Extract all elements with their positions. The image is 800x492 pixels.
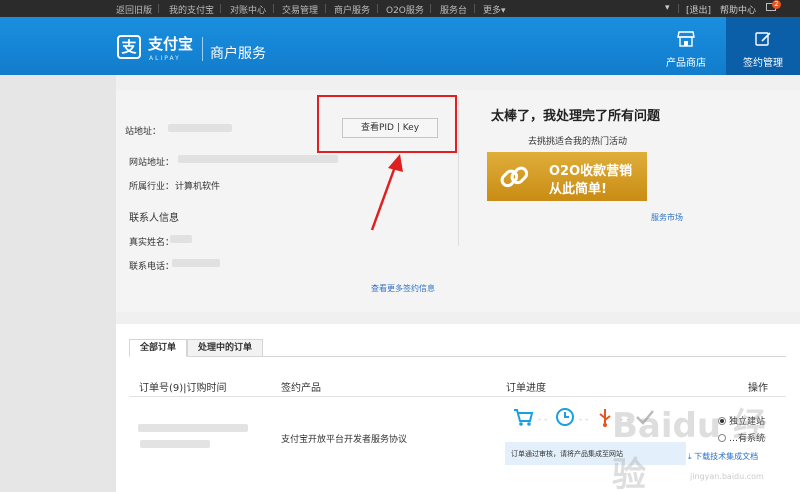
- header-product-store-label: 产品商店: [666, 58, 706, 69]
- left-gray-area: [0, 75, 116, 492]
- alipay-logo-icon[interactable]: 支: [117, 35, 141, 59]
- tab-processing-orders[interactable]: 处理中的订单: [187, 339, 263, 357]
- highlight-box: [317, 95, 457, 153]
- col-progress: 订单进度: [506, 383, 546, 394]
- panel-divider: [458, 98, 459, 246]
- caret-down-icon[interactable]: ▾: [665, 3, 670, 13]
- help-center-link[interactable]: 帮助中心: [720, 3, 756, 16]
- nav-separator: [377, 4, 378, 13]
- nav-separator: [220, 4, 221, 13]
- step-connector: - -: [579, 415, 589, 425]
- redacted-order-id: [138, 424, 248, 432]
- redacted-value: [172, 259, 220, 267]
- nav-separator: [325, 4, 326, 13]
- caret-down-icon: ▾: [501, 6, 506, 16]
- red-arrow-annotation: [370, 154, 403, 231]
- header-product-store[interactable]: 产品商店: [655, 17, 717, 75]
- top-nav-bar: 返回旧版 我的支付宝 对账中心 交易管理 商户服务 O2O服务 服务台 更多▾ …: [0, 0, 800, 17]
- promo-title: 太棒了，我处理完了所有问题: [491, 109, 661, 124]
- nav-my-alipay[interactable]: 我的支付宝: [169, 3, 214, 16]
- tab-all-orders[interactable]: 全部订单: [129, 339, 187, 357]
- website-label: 网站地址：: [129, 158, 175, 168]
- col-order-number: 订单号(9)|订购时间: [139, 383, 227, 394]
- banner-line2: 从此简单!: [549, 182, 607, 197]
- nav-more-label: 更多: [483, 6, 502, 16]
- col-product: 签约产品: [281, 383, 321, 394]
- redacted-value: [170, 235, 192, 243]
- edit-icon: [755, 32, 771, 46]
- redacted-value: [178, 155, 338, 163]
- shop-icon: [677, 31, 695, 47]
- watermark-url: jingyan.baidu.com: [690, 472, 764, 481]
- header-sign-mgmt[interactable]: 签约管理: [726, 17, 800, 75]
- nav-trade-mgmt[interactable]: 交易管理: [282, 3, 318, 16]
- header-sign-mgmt-label: 签约管理: [743, 58, 783, 69]
- industry-label: 所属行业：: [129, 182, 175, 192]
- header-service-title: 商户服务: [210, 46, 266, 62]
- nav-o2o-service[interactable]: O2O服务: [386, 3, 424, 16]
- real-name-label: 真实姓名：: [129, 238, 175, 248]
- nav-back-old[interactable]: 返回旧版: [116, 3, 152, 16]
- redacted-order-time: [140, 440, 210, 448]
- mail-count-badge: 2: [772, 0, 781, 9]
- more-sign-info-link[interactable]: 查看更多签约信息: [371, 283, 435, 294]
- nav-service-desk[interactable]: 服务台: [440, 3, 467, 16]
- step-connector: - -: [538, 415, 548, 425]
- logo-text: 支付宝: [148, 35, 194, 53]
- nav-separator: [474, 4, 475, 13]
- logo-sub: ALIPAY: [149, 55, 181, 62]
- cart-icon: [514, 409, 534, 426]
- phone-label: 联系电话：: [129, 262, 175, 272]
- site-address-label: 站地址：: [125, 127, 162, 137]
- logo-divider: [202, 37, 203, 61]
- site-header: 支 支付宝 ALIPAY 商户服务 产品商店 签约管理: [0, 17, 800, 75]
- progress-note: 订单通过审核，请将产品集成至网站: [511, 450, 623, 458]
- banner-line1: O2O收款营销: [549, 164, 633, 179]
- nav-more[interactable]: 更多▾: [483, 3, 506, 16]
- header-line: [129, 396, 786, 397]
- contact-info-title: 联系人信息: [129, 213, 179, 224]
- service-market-link[interactable]: 服务市场: [651, 212, 683, 223]
- promo-subtitle: 去挑挑适合我的热门活动: [528, 137, 628, 147]
- logout-link[interactable]: [退出]: [686, 3, 711, 16]
- nav-separator: [273, 4, 274, 13]
- nav-separator: [430, 4, 431, 13]
- clock-icon: [556, 408, 574, 426]
- nav-separator: [158, 4, 159, 13]
- industry-value: 计算机软件: [175, 182, 221, 192]
- link-icon: [500, 166, 529, 188]
- redacted-value: [168, 124, 232, 132]
- col-action: 操作: [748, 383, 768, 394]
- nav-reconciliation[interactable]: 对账中心: [230, 3, 266, 16]
- nav-merchant-service[interactable]: 商户服务: [334, 3, 370, 16]
- order-product: 支付宝开放平台开发者服务协议: [281, 435, 408, 445]
- nav-separator: [678, 4, 679, 13]
- o2o-promo-banner[interactable]: O2O收款营销 从此简单!: [487, 152, 647, 201]
